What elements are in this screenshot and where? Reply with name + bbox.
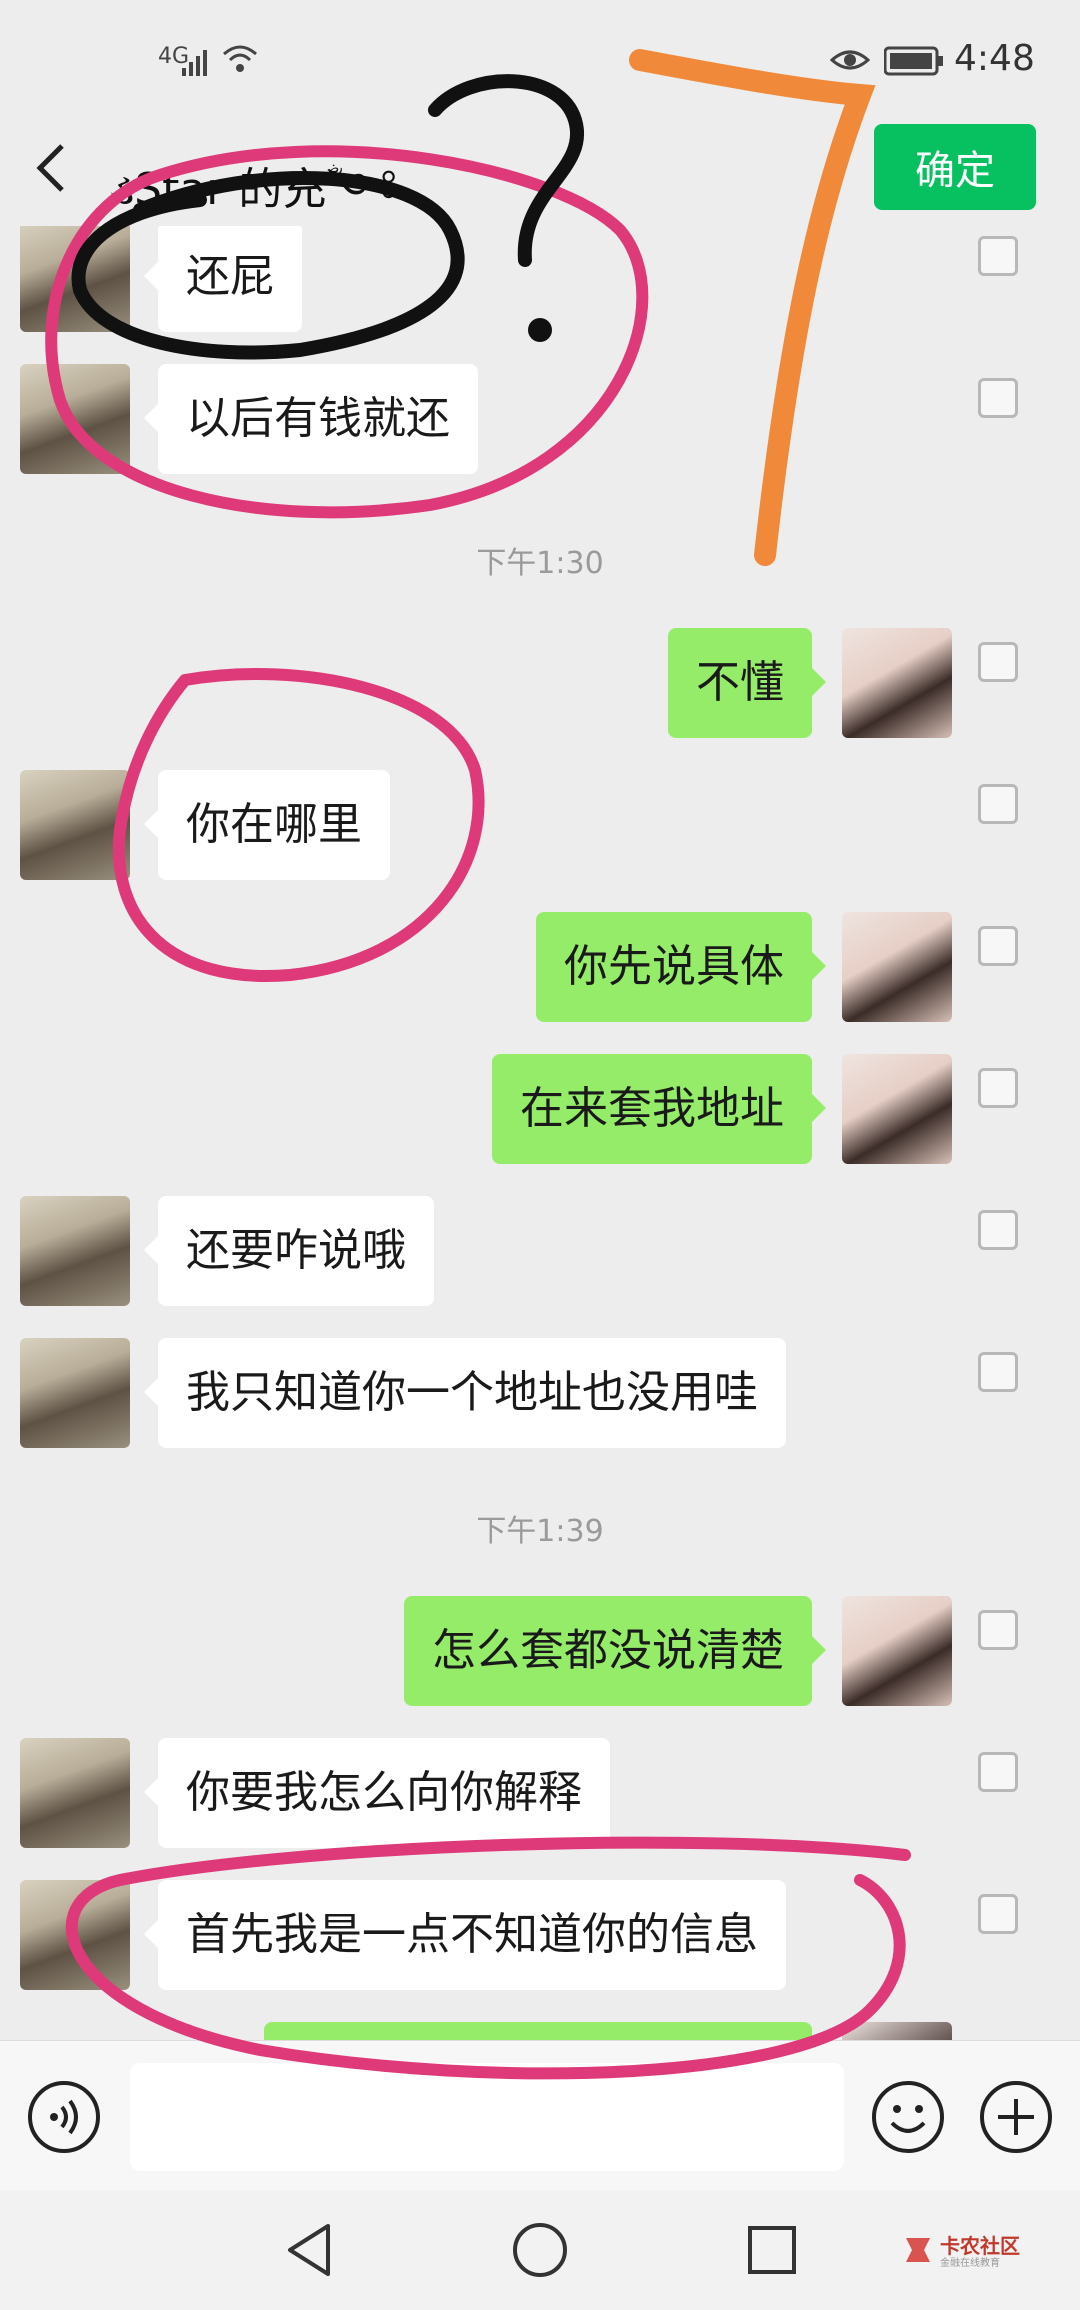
- select-checkbox[interactable]: [978, 642, 1018, 682]
- contact-avatar[interactable]: [20, 226, 130, 332]
- input-bar: [0, 2040, 1080, 2191]
- message-row: 怎么套都没说清楚: [0, 1596, 1080, 1706]
- message-row: 以后有钱就还: [0, 364, 1080, 474]
- clock: 4:48: [954, 38, 1035, 79]
- select-checkbox[interactable]: [978, 926, 1018, 966]
- watermark-logo-icon: [906, 2238, 930, 2262]
- watermark: 卡农社区 金融在线教育: [900, 2230, 1030, 2270]
- select-checkbox[interactable]: [978, 784, 1018, 824]
- message-bubble-received[interactable]: 还屁: [144, 226, 302, 332]
- confirm-button[interactable]: 确定: [874, 124, 1036, 210]
- chat-header: ડStar 的充ؓ༺ 确定: [0, 110, 1080, 226]
- contact-avatar[interactable]: [20, 1196, 130, 1306]
- message-bubble-sent-partial[interactable]: [264, 2022, 812, 2040]
- eye-comfort-icon: [830, 50, 870, 70]
- message-bubble-sent[interactable]: 不懂: [668, 628, 826, 738]
- message-row: 首先我是一点不知道你的信息: [0, 1880, 1080, 1990]
- wifi-icon: [223, 45, 257, 72]
- battery-icon: [884, 46, 943, 76]
- message-bubble-received[interactable]: 以后有钱就还: [144, 364, 478, 474]
- my-avatar[interactable]: [842, 1596, 952, 1706]
- my-avatar[interactable]: [842, 912, 952, 1022]
- message-row: 你要我怎么向你解释: [0, 1738, 1080, 1848]
- contact-avatar[interactable]: [20, 364, 130, 474]
- back-arrow-icon[interactable]: [30, 140, 74, 196]
- message-bubble-sent[interactable]: 在来套我地址: [492, 1054, 826, 1164]
- select-checkbox[interactable]: [978, 1752, 1018, 1792]
- contact-avatar[interactable]: [20, 770, 130, 880]
- nav-recent-apps-icon[interactable]: [744, 2222, 800, 2278]
- select-checkbox[interactable]: [978, 378, 1018, 418]
- emoji-icon[interactable]: [870, 2079, 946, 2155]
- message-bubble-sent[interactable]: 怎么套都没说清楚: [404, 1596, 826, 1706]
- select-checkbox[interactable]: [978, 1068, 1018, 1108]
- message-bubble-received[interactable]: 你在哪里: [144, 770, 390, 880]
- my-avatar[interactable]: [842, 1054, 952, 1164]
- message-list: 还屁 以后有钱就还 下午1:30 不懂 你在哪里 你先说具体 在来套我地址 还要…: [0, 226, 1080, 2040]
- select-checkbox[interactable]: [978, 236, 1018, 276]
- message-row: 不懂: [0, 628, 1080, 738]
- message-bubble-received[interactable]: 首先我是一点不知道你的信息: [144, 1880, 786, 1990]
- message-row: 你在哪里: [0, 770, 1080, 880]
- select-checkbox[interactable]: [978, 1352, 1018, 1392]
- message-input[interactable]: [130, 2063, 844, 2171]
- message-row: 还要咋说哦: [0, 1196, 1080, 1306]
- plus-icon[interactable]: [978, 2079, 1054, 2155]
- status-bar: 4G 4:48: [0, 0, 1080, 110]
- timestamp: 下午1:30: [476, 546, 604, 581]
- my-avatar[interactable]: [842, 628, 952, 738]
- nav-back-icon[interactable]: [282, 2220, 338, 2280]
- nav-home-icon[interactable]: [510, 2220, 570, 2280]
- watermark-tagline: 金融在线教育: [940, 2258, 1000, 2269]
- message-bubble-received[interactable]: 我只知道你一个地址也没用哇: [144, 1338, 786, 1448]
- message-bubble-sent[interactable]: 你先说具体: [536, 912, 826, 1022]
- message-row: 你先说具体: [0, 912, 1080, 1022]
- timestamp: 下午1:39: [476, 1514, 604, 1549]
- voice-input-icon[interactable]: [26, 2079, 102, 2155]
- my-avatar[interactable]: [842, 2022, 952, 2040]
- select-checkbox[interactable]: [978, 1210, 1018, 1250]
- message-bubble-received[interactable]: 还要咋说哦: [144, 1196, 434, 1306]
- message-bubble-received[interactable]: 你要我怎么向你解释: [144, 1738, 610, 1848]
- message-row: 我只知道你一个地址也没用哇: [0, 1338, 1080, 1448]
- contact-avatar[interactable]: [20, 1738, 130, 1848]
- message-row: 在来套我地址: [0, 1054, 1080, 1164]
- system-nav-bar: 卡农社区 金融在线教育: [0, 2190, 1080, 2310]
- message-row: 还屁: [0, 226, 1080, 332]
- contact-avatar[interactable]: [20, 1880, 130, 1990]
- signal-icon: [182, 50, 207, 76]
- contact-avatar[interactable]: [20, 1338, 130, 1448]
- select-checkbox[interactable]: [978, 1610, 1018, 1650]
- select-checkbox[interactable]: [978, 1894, 1018, 1934]
